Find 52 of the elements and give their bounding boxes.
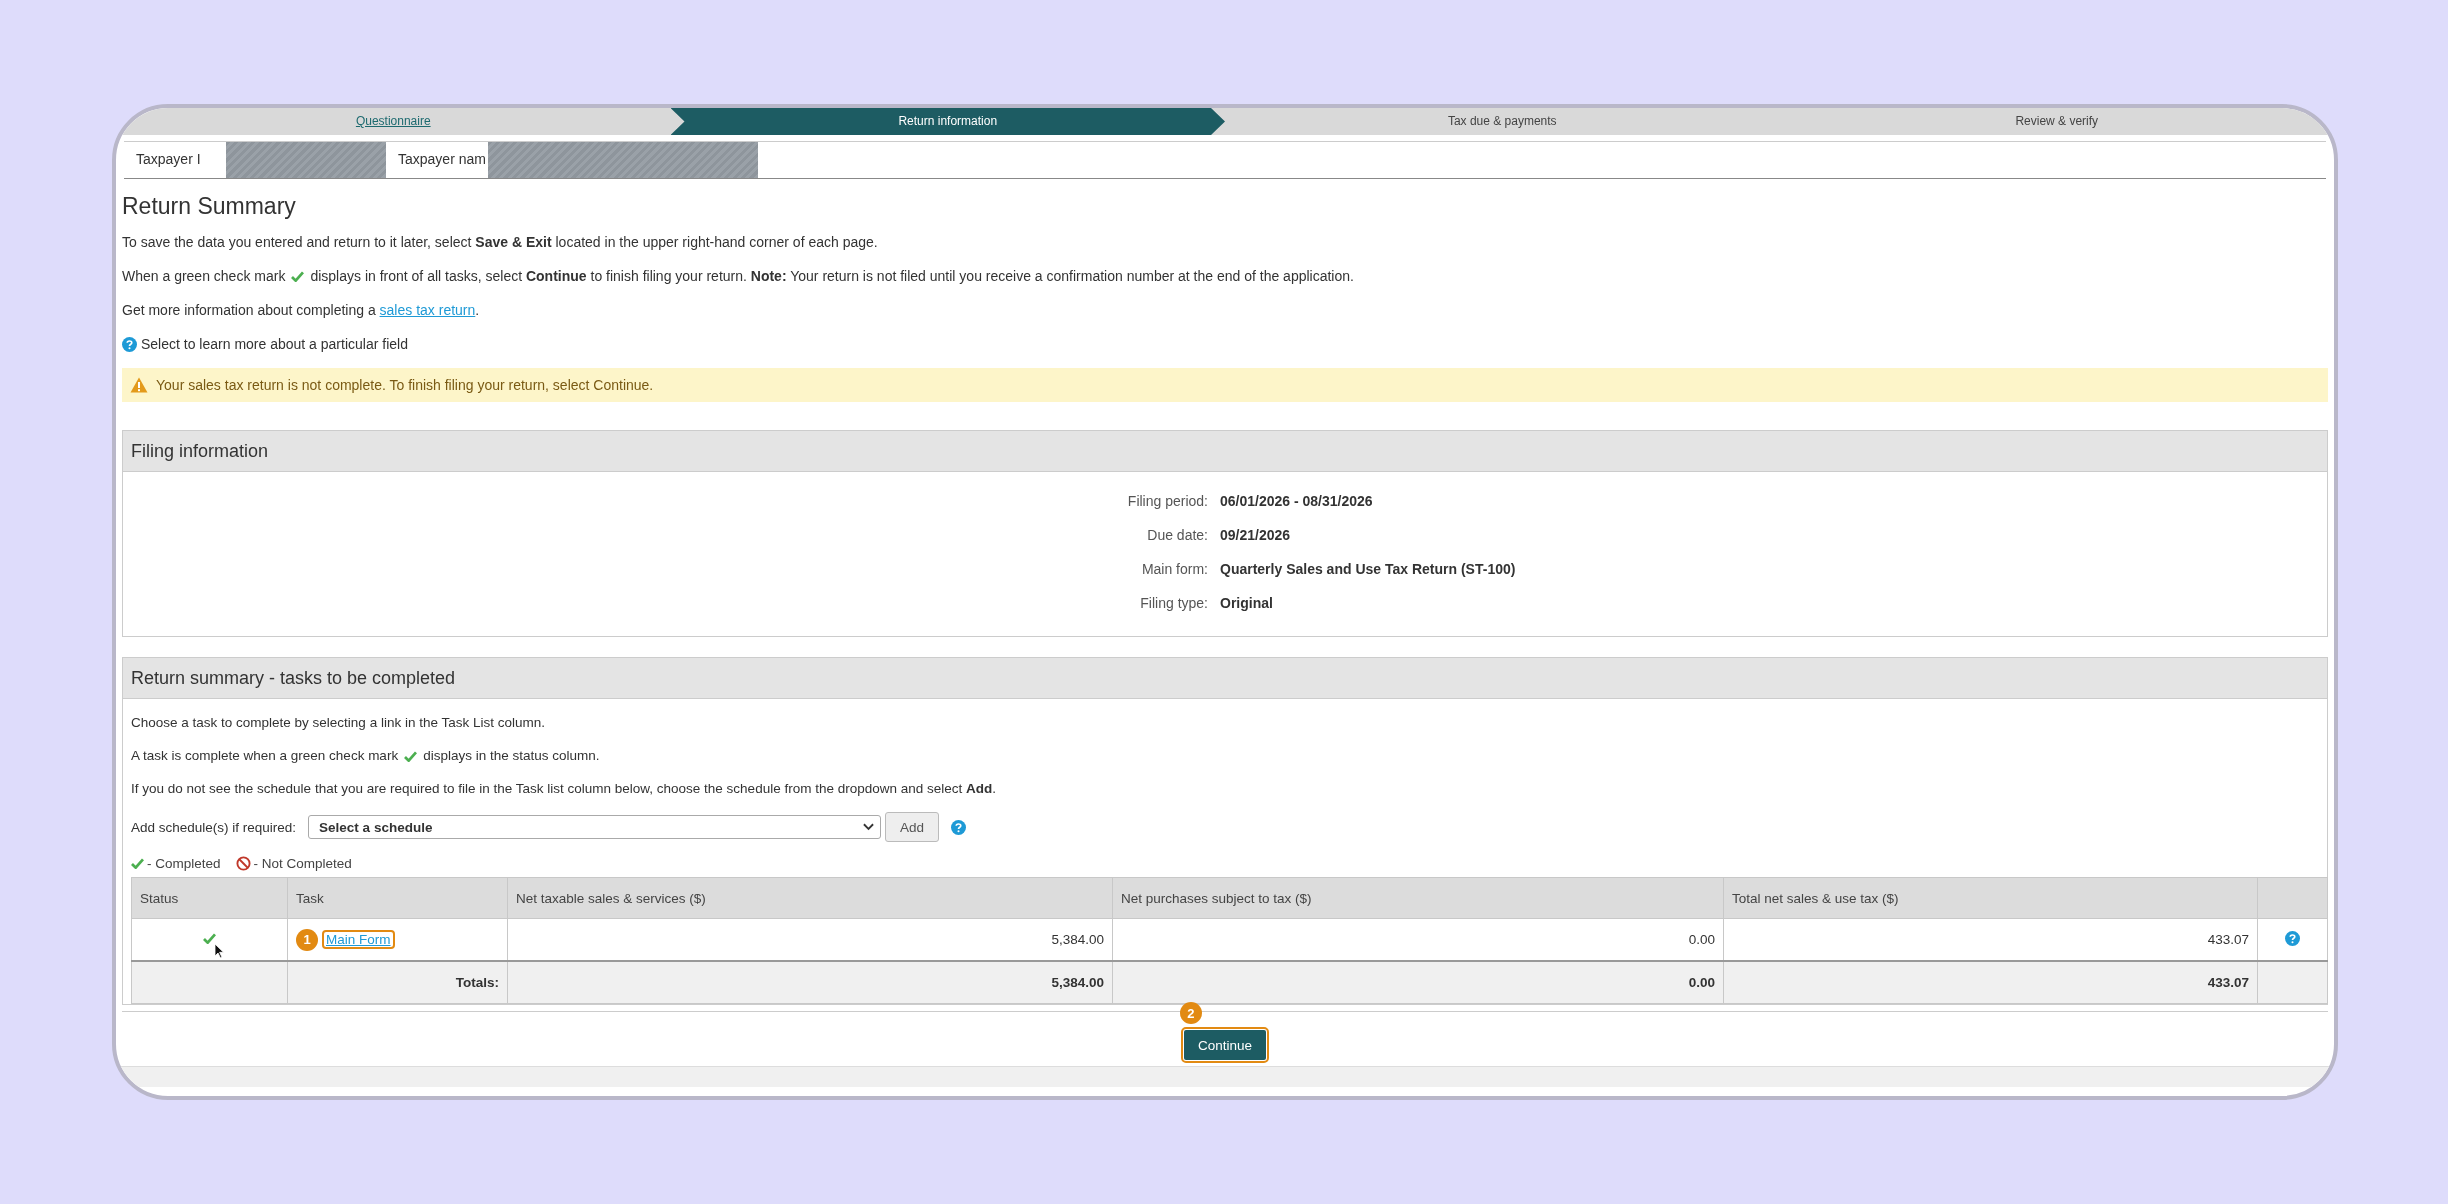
add-button[interactable]: Add — [885, 812, 940, 842]
totals-label: Totals: — [287, 961, 508, 1004]
field-label: Filing period: — [1126, 493, 1208, 509]
help-text: Select to learn more about a particular field — [141, 335, 408, 354]
help-icon[interactable] — [122, 336, 137, 352]
instruction-text: Get more information about completing a sales tax return. — [122, 301, 481, 320]
field-label: Due date: — [1146, 527, 1208, 543]
legend-label: - Completed — [147, 856, 221, 871]
field-label: Filing type: — [1139, 595, 1208, 611]
field-value: 09/21/2026 — [1220, 527, 1291, 543]
instruction-text: A task is complete when a green check mark — [131, 747, 399, 765]
help-icon[interactable] — [2285, 930, 2300, 946]
column-header: Task — [287, 877, 508, 919]
field-label: Main form: — [1140, 561, 1208, 577]
continue-button[interactable]: Continue — [1183, 1030, 1266, 1060]
progress-step[interactable]: Tax due & payments — [1225, 108, 1780, 135]
instruction-text: Choose a task to complete by selecting a link in the Task List column. — [131, 714, 546, 732]
check-icon — [404, 750, 418, 762]
mouse-pointer-icon — [214, 943, 224, 959]
instruction-text: To save the data you entered and return to it later, select Save & Exit located in the upper right-hand corner of each page. — [122, 233, 878, 252]
taxpayer-label: Taxpayer I — [135, 150, 202, 169]
schedule-select[interactable]: Select a schedule — [308, 815, 882, 839]
table-cell: 5,384.00 — [507, 961, 1113, 1004]
table-cell: 0.00 — [1112, 961, 1724, 1004]
instruction-text: displays in the status column. — [423, 747, 600, 765]
column-header: Status — [131, 877, 288, 919]
column-header: Net purchases subject to tax ($) — [1112, 877, 1724, 919]
taxpayer-label: Taxpayer nam — [397, 150, 487, 169]
help-icon[interactable] — [951, 819, 967, 835]
warning-icon — [130, 377, 148, 393]
instruction-text: When a green check mark — [122, 267, 286, 286]
column-header: Total net sales & use tax ($) — [1723, 877, 2258, 919]
step-number-badge: 2 — [1179, 1002, 1202, 1024]
step-number-badge: 1 — [296, 928, 318, 951]
field-label: Add schedule(s) if required: — [131, 819, 297, 835]
table-cell: 433.07 — [1723, 961, 2258, 1004]
progress-step[interactable]: Return information — [670, 108, 1225, 135]
section-header: Return summary - tasks to be completed — [123, 658, 2327, 699]
check-icon — [291, 270, 305, 282]
section-header: Filing information — [123, 431, 2327, 472]
caret-icon — [863, 823, 875, 831]
instruction-text: If you do not see the schedule that you are required to file in the Task list column below, choose the schedule from the dropdown and select Add. — [131, 780, 997, 798]
field-value: Original — [1220, 595, 1273, 611]
legend-label: - Not Completed — [253, 856, 352, 871]
page-title: Return Summary — [122, 193, 297, 220]
progress-step[interactable]: Review & verify — [1779, 108, 2334, 135]
instruction-text: displays in front of all tasks, select Continue to finish filing your return. Note: Your return is not filed until you receive a confirmation number at the end of the application. — [310, 267, 1354, 286]
warning-text: Your sales tax return is not complete. To finish filing your return, select Continue. — [156, 377, 654, 393]
field-value: 06/01/2026 - 08/31/2026 — [1220, 493, 1373, 509]
field-value: Quarterly Sales and Use Tax Return (ST-100) — [1220, 561, 1516, 577]
progress-step[interactable]: Questionnaire — [116, 108, 671, 135]
column-header: Net taxable sales & services ($) — [507, 877, 1113, 919]
